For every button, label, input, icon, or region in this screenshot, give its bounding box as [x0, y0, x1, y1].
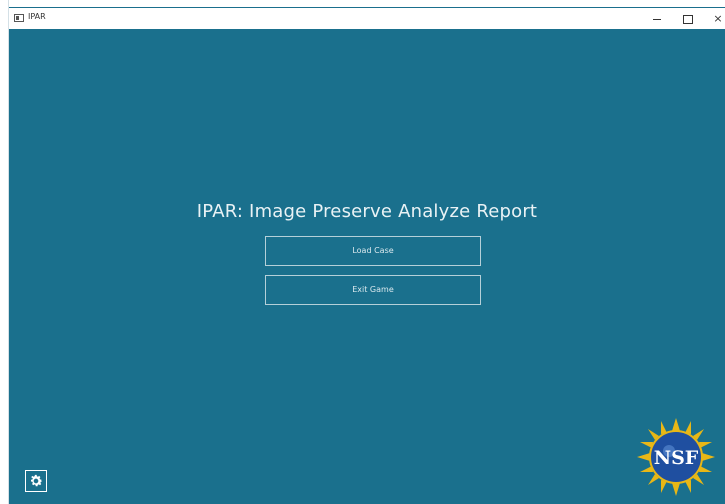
- nsf-logo-text: NSF: [654, 447, 699, 469]
- close-icon: ×: [713, 12, 723, 25]
- app-content: IPAR: Image Preserve Analyze Report Load…: [9, 29, 725, 504]
- gear-icon: [30, 474, 43, 487]
- page-title: IPAR: Image Preserve Analyze Report: [196, 201, 538, 222]
- load-case-button[interactable]: Load Case: [265, 236, 481, 266]
- window-titlebar[interactable]: IPAR ×: [9, 7, 725, 29]
- maximize-icon: [683, 14, 693, 24]
- maximize-button[interactable]: [673, 8, 703, 29]
- exit-game-button[interactable]: Exit Game: [265, 275, 481, 305]
- window-title: IPAR: [28, 12, 46, 21]
- close-button[interactable]: ×: [703, 8, 725, 29]
- nsf-logo: NSF: [637, 418, 715, 496]
- left-edge: [0, 0, 9, 504]
- app-icon: [14, 14, 24, 22]
- settings-button[interactable]: [25, 470, 47, 492]
- minimize-button[interactable]: [642, 8, 672, 29]
- minimize-icon: [653, 18, 661, 20]
